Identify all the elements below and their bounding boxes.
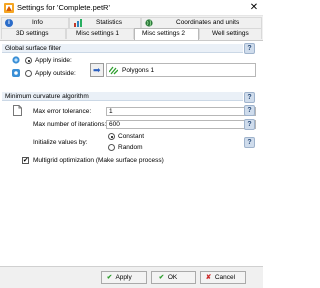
ok-button-label: OK (167, 274, 178, 281)
apply-outside-radio[interactable] (25, 70, 32, 77)
cancel-button[interactable]: ✘ Cancel (200, 271, 246, 284)
tab-3d-settings-label: 3D settings (16, 30, 49, 37)
ok-check-icon: ✔ (158, 274, 165, 281)
constant-radio[interactable] (108, 133, 115, 140)
tab-well-settings[interactable]: Well settings (199, 28, 262, 39)
multigrid-checkbox[interactable]: ✔ (22, 157, 29, 164)
tab-misc-settings-2-label: Misc settings 2 (142, 30, 185, 37)
polygon-field[interactable]: Polygons 1 (106, 63, 256, 77)
max-error-help-button[interactable]: ? (244, 105, 255, 116)
initialize-help-button[interactable]: ? (244, 137, 255, 148)
tab-statistics[interactable]: Statistics (69, 17, 141, 28)
random-radio[interactable] (108, 144, 115, 151)
initialize-label: Initialize values by: (33, 139, 88, 146)
global-filter-header: Global surface filter (2, 44, 243, 53)
tab-coordinates-units[interactable]: Coordinates and units (141, 17, 262, 28)
cancel-button-label: Cancel (214, 274, 236, 281)
tab-info-label: Info (32, 19, 43, 26)
apply-inside-label: Apply inside: (35, 57, 72, 64)
polygon-value: Polygons 1 (122, 67, 155, 74)
tab-well-settings-label: Well settings (212, 30, 249, 37)
window-title: Settings for 'Complete.petR' (17, 3, 110, 12)
globe-icon (145, 19, 153, 27)
min-curvature-title: Minimum curvature algorithm (5, 93, 89, 100)
polygon-icon (108, 66, 119, 75)
max-iterations-label: Max number of iterations: (33, 121, 107, 128)
document-icon (13, 105, 22, 116)
max-iterations-help-button[interactable]: ? (244, 119, 255, 130)
ok-button[interactable]: ✔ OK (151, 271, 196, 284)
window-close-button[interactable]: ✕ (247, 0, 261, 16)
global-filter-help-button[interactable]: ? (244, 43, 255, 54)
cancel-x-icon: ✘ (205, 274, 212, 281)
multigrid-label: Multigrid optimization (Make surface pro… (33, 157, 164, 164)
min-curvature-header: Minimum curvature algorithm (2, 92, 243, 101)
insert-polygon-button[interactable]: ➡ (90, 63, 104, 77)
min-curvature-help-button[interactable]: ? (244, 92, 255, 103)
apply-outside-label: Apply outside: (35, 70, 76, 77)
tab-info[interactable]: i Info (1, 17, 69, 28)
global-filter-title: Global surface filter (5, 45, 61, 52)
max-error-input[interactable]: 1 (106, 107, 256, 116)
filter-inside-icon (12, 56, 20, 64)
tab-misc-settings-1[interactable]: Misc settings 1 (66, 28, 134, 39)
tab-3d-settings[interactable]: 3D settings (1, 28, 66, 39)
random-label: Random (118, 144, 143, 151)
app-icon (4, 3, 14, 13)
tab-misc-settings-1-label: Misc settings 1 (76, 30, 119, 37)
constant-label: Constant (118, 133, 145, 140)
apply-check-icon: ✔ (106, 274, 113, 281)
apply-button[interactable]: ✔ Apply (101, 271, 147, 284)
tab-strip: i Info Statistics Coordinates and units … (0, 16, 263, 41)
statistics-icon (74, 19, 82, 27)
info-icon: i (5, 19, 13, 27)
max-error-label: Max error tolerance: (33, 108, 92, 115)
dialog-footer: ✔ Apply ✔ OK ✘ Cancel (0, 266, 263, 288)
tab-coordinates-units-label: Coordinates and units (176, 19, 240, 26)
apply-button-label: Apply (115, 274, 132, 281)
title-bar: Settings for 'Complete.petR' ✕ (0, 0, 263, 16)
max-iterations-input[interactable]: 600 (106, 120, 256, 129)
filter-outside-icon (12, 69, 20, 77)
arrow-right-icon: ➡ (93, 65, 101, 75)
settings-panel: Global surface filter ? Apply inside: Ap… (0, 40, 263, 266)
apply-inside-radio[interactable] (25, 57, 32, 64)
tab-statistics-label: Statistics (96, 19, 123, 26)
